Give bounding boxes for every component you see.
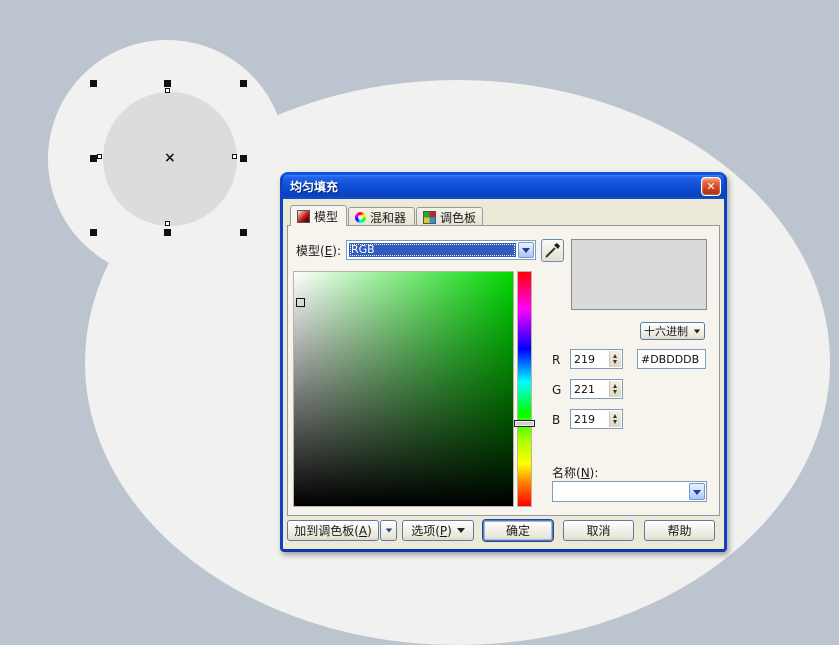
add-to-palette-button[interactable]: 加到调色板(A): [287, 520, 379, 541]
model-gradient-icon: [297, 209, 310, 223]
selection-handle-top-right[interactable]: [240, 80, 247, 87]
hue-slider[interactable]: [514, 271, 535, 507]
node-handle-left[interactable]: [97, 154, 102, 159]
eyedropper-icon: [545, 243, 560, 258]
selection-handle-middle-left[interactable]: [90, 155, 97, 162]
selection-handle-bottom-right[interactable]: [240, 229, 247, 236]
channel-r-label: R: [552, 353, 561, 367]
cancel-button[interactable]: 取消: [563, 520, 634, 541]
color-preview-swatch: [571, 239, 707, 310]
channel-r-input[interactable]: 219: [570, 349, 623, 369]
options-button[interactable]: 选项(P): [402, 520, 474, 541]
object-center-marker: ×: [164, 150, 176, 166]
dialog-titlebar[interactable]: 均匀填充: [283, 175, 724, 199]
close-icon[interactable]: ✕: [701, 177, 721, 196]
spinner-icon[interactable]: [609, 411, 621, 427]
color-model-select[interactable]: RGB: [346, 240, 536, 260]
channel-g-input[interactable]: 221: [570, 379, 623, 399]
color-wheel-icon: [355, 211, 366, 223]
node-handle-top[interactable]: [165, 88, 170, 93]
node-handle-right[interactable]: [232, 154, 237, 159]
eyedropper-button[interactable]: [541, 239, 564, 262]
color-field-selector[interactable]: [296, 298, 305, 307]
node-handle-bottom[interactable]: [165, 221, 170, 226]
caret-down-icon: [693, 329, 701, 333]
tab-palettes[interactable]: 调色板: [416, 207, 483, 226]
hexadecimal-button[interactable]: 十六进制: [640, 322, 705, 340]
dialog-title: 均匀填充: [290, 180, 339, 194]
selection-handle-bottom-middle[interactable]: [164, 229, 171, 236]
tab-model[interactable]: 模型: [290, 205, 347, 226]
channel-g-label: G: [552, 383, 562, 397]
hex-value-input[interactable]: #DBDDDB: [637, 349, 706, 369]
caret-down-icon: [385, 528, 392, 533]
selection-handle-bottom-left[interactable]: [90, 229, 97, 236]
chevron-down-icon[interactable]: [689, 483, 705, 500]
channel-b-input[interactable]: 219: [570, 409, 623, 429]
tab-palettes-label: 调色板: [440, 210, 477, 225]
uniform-fill-dialog: 均匀填充 ✕ 模型 混和器 调色板 模型(E): RGB 十六进制 R 219 …: [280, 172, 727, 552]
model-label: 模型(E):: [296, 244, 342, 258]
help-button[interactable]: 帮助: [644, 520, 715, 541]
add-to-palette-dropdown-button[interactable]: [380, 520, 397, 541]
spinner-icon[interactable]: [609, 351, 621, 367]
palette-grid-icon: [423, 210, 436, 224]
tab-model-label: 模型: [314, 209, 339, 224]
model-tab-panel: 模型(E): RGB 十六进制 R 219 G 221 B 219 #DBDDD…: [287, 225, 720, 516]
color-name-select[interactable]: [552, 481, 707, 502]
chevron-down-icon[interactable]: [518, 242, 534, 258]
tab-mixer-label: 混和器: [370, 210, 407, 225]
selection-handle-top-left[interactable]: [90, 80, 97, 87]
tab-mixer[interactable]: 混和器: [348, 207, 415, 226]
selection-handle-middle-right[interactable]: [240, 155, 247, 162]
caret-down-icon: [456, 528, 465, 533]
hue-slider-handle[interactable]: [514, 420, 535, 427]
color-field[interactable]: [293, 271, 514, 507]
name-label: 名称(N):: [552, 466, 599, 480]
channel-b-label: B: [552, 413, 561, 427]
ok-button[interactable]: 确定: [483, 520, 553, 541]
selection-handle-top-middle[interactable]: [164, 80, 171, 87]
spinner-icon[interactable]: [609, 381, 621, 397]
color-model-selected-value: RGB: [349, 243, 516, 257]
